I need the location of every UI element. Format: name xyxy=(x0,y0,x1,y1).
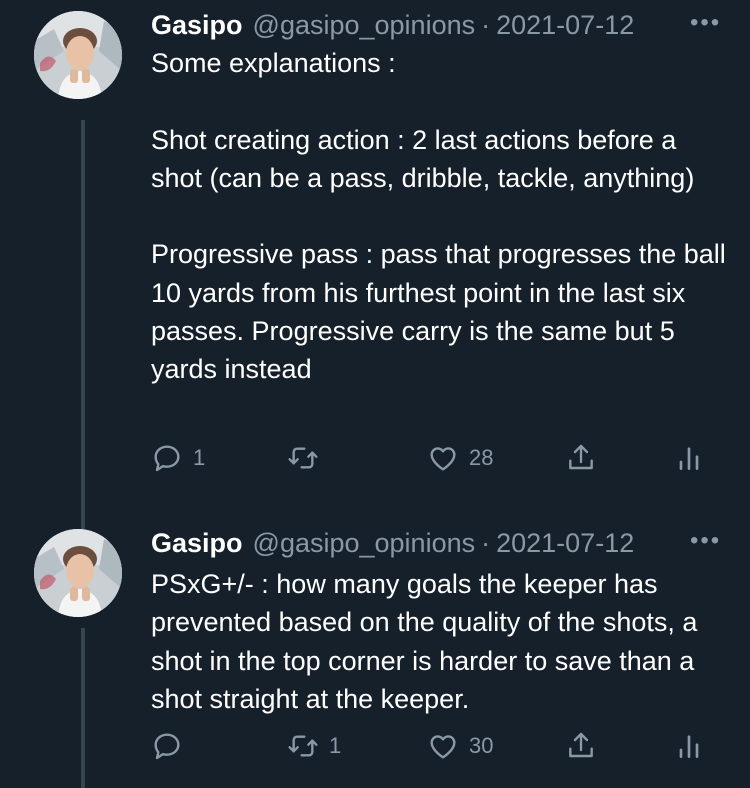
avatar[interactable] xyxy=(34,11,122,99)
author-name[interactable]: Gasipo xyxy=(151,526,243,560)
tweet-date[interactable]: 2021-07-12 xyxy=(496,526,634,560)
reply-icon xyxy=(154,733,180,760)
separator-dot: · xyxy=(481,10,491,40)
share-icon xyxy=(569,732,593,758)
tweet[interactable]: Gasipo @gasipo_opinions · 2021-07-12 •••… xyxy=(0,0,750,540)
thread-line xyxy=(81,500,85,510)
tweet-text: Some explanations : Shot creating action… xyxy=(151,44,731,389)
tweet-header: Gasipo @gasipo_opinions · 2021-07-12 xyxy=(151,526,634,560)
tweet[interactable]: Gasipo @gasipo_opinions · 2021-07-12 •••… xyxy=(0,500,750,788)
analytics-button[interactable] xyxy=(673,442,705,474)
heart-icon xyxy=(430,735,456,759)
separator-dot: · xyxy=(481,528,491,558)
analytics-button[interactable] xyxy=(673,730,705,762)
like-count: 30 xyxy=(469,733,494,758)
thread-line xyxy=(81,120,85,540)
analytics-icon xyxy=(679,447,699,470)
reply-icon xyxy=(154,445,180,472)
reply-button[interactable] xyxy=(151,730,193,762)
tweet-header: Gasipo @gasipo_opinions · 2021-07-12 xyxy=(151,8,634,42)
tweet-actions: 1 28 xyxy=(151,442,711,482)
retweet-icon xyxy=(288,447,318,469)
avatar-image xyxy=(34,529,122,617)
retweet-icon xyxy=(288,735,318,757)
analytics-icon xyxy=(679,735,699,758)
tweet-paragraph: PSxG+/- : how many goals the keeper has … xyxy=(151,569,698,714)
retweet-button[interactable]: 1 xyxy=(287,730,341,762)
tweet-paragraph: Progressive pass : pass that progresses … xyxy=(151,239,726,385)
reply-count: 1 xyxy=(193,445,206,470)
avatar[interactable] xyxy=(34,529,122,617)
like-button[interactable]: 28 xyxy=(427,442,493,474)
tweet-actions: 1 30 xyxy=(151,730,711,770)
reply-button[interactable]: 1 xyxy=(151,442,205,474)
heart-icon xyxy=(430,447,456,471)
more-options-icon[interactable]: ••• xyxy=(690,526,721,556)
author-handle[interactable]: @gasipo_opinions xyxy=(253,526,476,560)
more-options-icon[interactable]: ••• xyxy=(690,8,721,38)
like-count: 28 xyxy=(469,445,494,470)
share-button[interactable] xyxy=(565,442,597,474)
share-button[interactable] xyxy=(565,730,597,762)
retweet-button[interactable] xyxy=(287,442,329,474)
tweet-paragraph: Shot creating action : 2 last actions be… xyxy=(151,124,695,193)
like-button[interactable]: 30 xyxy=(427,730,493,762)
share-icon xyxy=(569,444,593,470)
avatar-image xyxy=(34,11,122,99)
tweet-text: PSxG+/- : how many goals the keeper has … xyxy=(151,565,731,718)
retweet-count: 1 xyxy=(329,733,342,758)
author-name[interactable]: Gasipo xyxy=(151,8,243,42)
tweet-paragraph: Some explanations : xyxy=(151,48,396,78)
thread-line xyxy=(81,628,85,788)
tweet-date[interactable]: 2021-07-12 xyxy=(496,8,634,42)
author-handle[interactable]: @gasipo_opinions xyxy=(253,8,476,42)
